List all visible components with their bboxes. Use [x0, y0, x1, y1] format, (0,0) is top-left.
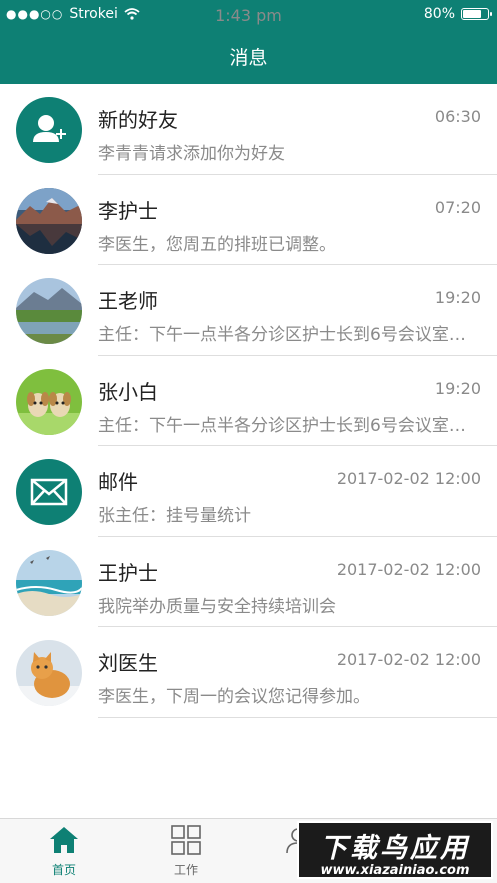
message-preview: 李医生，您周五的排班已调整。: [98, 234, 336, 255]
mountain-lake-photo: [16, 187, 82, 254]
message-time: 2017-02-02 12:00: [336, 650, 481, 669]
message-time: 06:30: [434, 107, 481, 126]
message-preview: 我院举办质量与安全持续培训会: [98, 596, 336, 617]
status-bar: ●●●○○ Strokei 1:43 pm 80%: [0, 0, 497, 28]
beach-photo: [16, 549, 82, 616]
message-item-wang-nurse[interactable]: 王护士 2017-02-02 12:00 我院举办质量与安全持续培训会: [0, 537, 497, 627]
battery-percent: 80%: [423, 6, 455, 22]
message-preview: 主任：下午一点半各分诊区护士长到6号会议室开会: [98, 325, 481, 345]
message-time: 19:20: [434, 288, 481, 307]
tab-home[interactable]: 首页: [24, 825, 104, 878]
contact-name: 邮件: [98, 470, 138, 494]
cat-photo: [16, 640, 82, 706]
message-time: 19:20: [434, 378, 481, 398]
nav-bar: 消息: [0, 28, 497, 84]
message-preview: 李青青请求添加你为好友: [98, 144, 285, 164]
mail-icon: [16, 459, 82, 525]
puppies-photo: [16, 368, 82, 435]
mountain-landscape-photo: [16, 278, 82, 344]
message-item-li-nurse[interactable]: 李护士 07:20 李医生，您周五的排班已调整。: [0, 175, 497, 265]
contact-name: 王老师: [98, 289, 158, 313]
message-time: 2017-02-02 12:00: [336, 559, 481, 579]
contact-name: 王护士: [98, 560, 158, 585]
status-time: 1:43 pm: [215, 6, 282, 25]
message-preview: 李医生，下周一的会议您记得参加。: [98, 687, 370, 707]
message-preview: 主任：下午一点半各分诊区护士长到6号会议室开会: [98, 415, 481, 436]
contact-name: 张小白: [98, 379, 158, 404]
add-friend-icon: [16, 97, 82, 163]
watermark-logo: 下载鸟应用 www.xiazainiao.com: [297, 821, 493, 879]
tab-work[interactable]: 工作: [146, 825, 226, 878]
message-item-mail[interactable]: 邮件 2017-02-02 12:00 张主任：挂号量统计: [0, 446, 497, 537]
tab-home-label: 首页: [51, 863, 76, 877]
message-time: 07:20: [434, 197, 481, 217]
message-item-new-friend[interactable]: 新的好友 06:30 李青青请求添加你为好友: [0, 84, 497, 175]
contact-name: 新的好友: [98, 108, 178, 132]
tab-work-label: 工作: [173, 863, 198, 877]
battery-icon: [461, 8, 492, 20]
message-item-zhang-xiaobai[interactable]: 张小白 19:20 主任：下午一点半各分诊区护士长到6号会议室开会: [0, 356, 497, 446]
divider: [98, 716, 497, 718]
page-title: 消息: [229, 46, 268, 69]
watermark-url: www.xiazainiao.com: [320, 863, 470, 878]
message-list: 新的好友 06:30 李青青请求添加你为好友 李护士 07:20 李医生，您周五…: [0, 84, 497, 718]
contact-name: 刘医生: [98, 651, 158, 675]
message-item-liu-doctor[interactable]: 刘医生 2017-02-02 12:00 李医生，下周一的会议您记得参加。: [0, 627, 497, 718]
message-time: 2017-02-02 12:00: [336, 469, 481, 488]
battery-group: 80%: [423, 6, 492, 22]
watermark-title: 下载鸟应用: [320, 833, 470, 864]
message-preview: 张主任：挂号量统计: [98, 506, 251, 526]
grid-icon: [171, 825, 201, 855]
tab-bar: 首页 工作 下载鸟应用 www.xiazainiao.com: [0, 818, 497, 883]
contact-name: 李护士: [98, 198, 158, 223]
message-item-wang-teacher[interactable]: 王老师 19:20 主任：下午一点半各分诊区护士长到6号会议室开会: [0, 265, 497, 356]
home-icon: [50, 827, 78, 853]
